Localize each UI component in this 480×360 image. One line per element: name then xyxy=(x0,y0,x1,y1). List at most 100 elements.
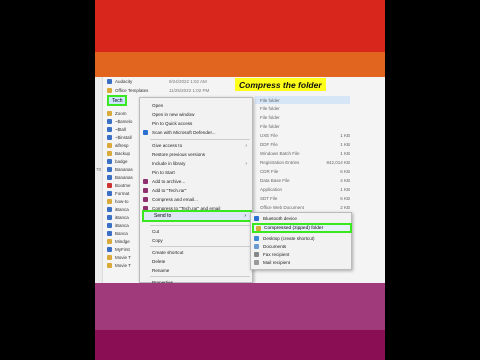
doc-icon xyxy=(107,119,112,124)
file-icon xyxy=(107,159,112,164)
file-name: ~$tall xyxy=(115,127,126,132)
menu-item-include-library[interactable]: Include in library › xyxy=(140,159,252,168)
documents-icon xyxy=(254,243,259,249)
submenu-item-desktop[interactable]: Desktop (create shortcut) xyxy=(251,234,351,242)
menu-item-create-shortcut[interactable]: Create shortcut xyxy=(140,248,252,257)
file-icon xyxy=(107,151,112,156)
menu-item-add-tech-rar[interactable]: Add to "Tech.rar" xyxy=(140,186,252,195)
file-name: iBanca xyxy=(115,215,129,220)
menu-item-open-new-window[interactable]: Open in new window xyxy=(140,110,252,119)
video-frame: 70 Audacity 9/24/2022 1:02 AM Office Temp… xyxy=(95,0,385,360)
menu-item-copy[interactable]: Copy xyxy=(140,236,252,245)
context-menu: Open Open in new window Pin to Quick acc… xyxy=(139,97,253,285)
file-name: Bootme xyxy=(115,183,131,188)
caption-banner: Compress the folder xyxy=(235,78,326,91)
file-name: Bananas xyxy=(115,175,133,180)
send-to-submenu: Bluetooth device Compressed (zipped) fol… xyxy=(250,212,352,270)
file-name: Mindge xyxy=(115,239,130,244)
file-icon xyxy=(107,215,112,220)
bottom-color-band xyxy=(95,330,385,360)
folder-icon xyxy=(107,88,112,93)
doc-icon xyxy=(107,127,112,132)
file-type-cell: File folder xyxy=(260,106,280,111)
chevron-right-icon: › xyxy=(244,213,246,219)
submenu-item-mail[interactable]: Mail recipient xyxy=(251,258,351,266)
file-name: Zoom xyxy=(115,111,127,116)
file-type-cell: SDT File 6 KB xyxy=(260,196,350,201)
file-type-cell: File folder xyxy=(260,124,280,129)
menu-separator xyxy=(150,276,250,277)
file-row[interactable]: Audacity 9/24/2022 1:02 AM xyxy=(107,77,207,86)
file-type-cell: DDF File 1 KB xyxy=(260,142,350,147)
shield-icon xyxy=(143,130,148,135)
file-name: MyFirst xyxy=(115,247,130,252)
menu-item-give-access[interactable]: Give access to › xyxy=(140,141,252,150)
folder-icon xyxy=(107,111,112,116)
file-icon xyxy=(107,143,112,148)
navigation-pane xyxy=(95,77,103,283)
menu-item-delete[interactable]: Delete xyxy=(140,257,252,266)
file-name: Movie T xyxy=(115,263,131,268)
menu-item-pin-quick-access[interactable]: Pin to Quick access xyxy=(140,119,252,128)
shortcut-icon xyxy=(107,79,112,84)
orange-color-band xyxy=(95,52,385,77)
file-icon xyxy=(107,223,112,228)
file-icon xyxy=(107,231,112,236)
file-type-cell: CDR File 6 KB xyxy=(260,169,350,174)
mauve-color-band xyxy=(95,283,385,330)
menu-separator xyxy=(150,246,250,247)
submenu-item-documents[interactable]: Documents xyxy=(251,242,351,250)
winrar-icon xyxy=(143,197,148,202)
file-name: alfresp xyxy=(115,143,129,148)
file-name: Movie T xyxy=(115,255,131,260)
file-name: how-to xyxy=(115,199,129,204)
chevron-right-icon: › xyxy=(245,160,247,167)
file-icon xyxy=(107,239,112,244)
menu-item-send-to[interactable]: Send to › xyxy=(142,210,252,222)
submenu-item-bluetooth[interactable]: Bluetooth device xyxy=(251,214,351,222)
file-name: badge xyxy=(115,159,128,164)
zip-folder-icon xyxy=(256,225,261,231)
selected-file-tech[interactable]: Tech xyxy=(107,95,127,106)
submenu-item-fax[interactable]: Fax recipient xyxy=(251,250,351,258)
file-icon xyxy=(107,191,112,196)
menu-item-scan-defender[interactable]: Scan with Microsoft Defender... xyxy=(140,128,252,137)
file-name: Banca xyxy=(115,231,128,236)
chevron-right-icon: › xyxy=(245,142,247,149)
file-icon xyxy=(107,207,112,212)
side-number: 70 xyxy=(96,167,102,172)
file-type-cell: UXE File 1 KB xyxy=(260,133,350,138)
file-icon xyxy=(107,247,112,252)
menu-item-restore-versions[interactable]: Restore previous versions xyxy=(140,150,252,159)
menu-separator xyxy=(150,225,250,226)
file-name: Bananas xyxy=(115,167,133,172)
file-name: Backup xyxy=(115,151,131,156)
file-name: iBanca xyxy=(115,207,129,212)
file-type-cell: Data Base File 4 KB xyxy=(260,178,350,183)
bluetooth-icon xyxy=(254,215,259,221)
submenu-item-compressed-folder[interactable]: Compressed (zipped) folder xyxy=(252,223,352,233)
mail-icon xyxy=(254,259,259,265)
menu-separator xyxy=(150,139,250,140)
desktop-icon xyxy=(254,235,259,241)
winrar-icon xyxy=(143,188,148,193)
file-icon xyxy=(107,263,112,268)
menu-item-pin-start[interactable]: Pin to Start xyxy=(140,168,252,177)
menu-item-add-archive[interactable]: Add to archive... xyxy=(140,177,252,186)
file-date: 11/25/2022 1:02 PM xyxy=(169,88,210,93)
file-row[interactable]: Movie T xyxy=(107,261,131,270)
file-name: Tech xyxy=(112,97,123,104)
menu-item-cut[interactable]: Cut xyxy=(140,227,252,236)
file-row[interactable]: Office Templates 11/25/2022 1:02 PM xyxy=(107,86,209,95)
winrar-icon xyxy=(143,179,148,184)
file-name: Audacity xyxy=(115,79,133,84)
file-name: Office Templates xyxy=(115,88,149,93)
menu-item-compress-email[interactable]: Compress and email... xyxy=(140,195,252,204)
file-type-cell: Office Web Document 2 KB xyxy=(260,205,350,210)
doc-icon xyxy=(107,135,112,140)
file-name: iBanca xyxy=(115,223,129,228)
menu-item-open[interactable]: Open xyxy=(140,101,252,110)
file-type-cell: File folder xyxy=(260,115,280,120)
file-name: Format xyxy=(115,191,130,196)
menu-item-rename[interactable]: Rename xyxy=(140,266,252,275)
